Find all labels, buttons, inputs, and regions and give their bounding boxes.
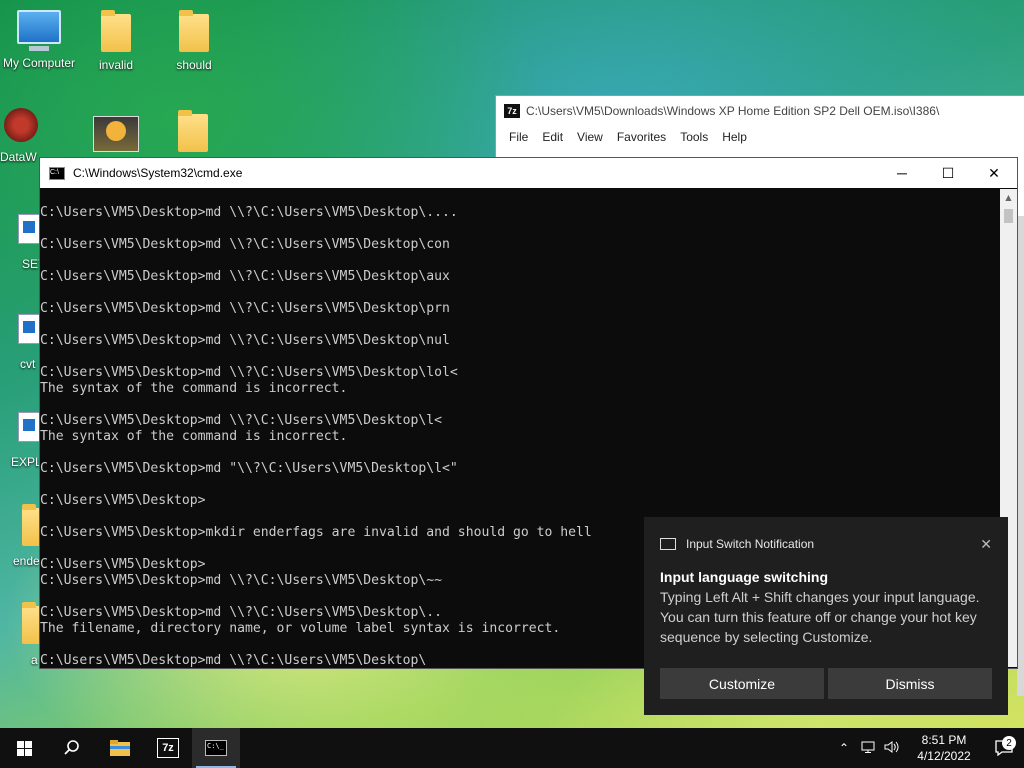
window-title-bar[interactable]: 7z C:\Users\VM5\Downloads\Windows XP Hom…: [496, 96, 1024, 126]
action-center-button[interactable]: 2: [984, 736, 1024, 756]
menu-bar: File Edit View Favorites Tools Help: [496, 126, 1024, 148]
console-line: The syntax of the command is incorrect.: [40, 381, 348, 396]
cmd-icon: C:\_: [205, 740, 227, 756]
console-line: C:\Users\VM5\Desktop>md "\\?\C:\Users\VM…: [40, 461, 458, 476]
file-explorer-button[interactable]: [96, 728, 144, 768]
app-icon: [4, 108, 38, 142]
clock[interactable]: 8:51 PM 4/12/2022: [904, 732, 984, 764]
window-title-bar[interactable]: C:\ C:\Windows\System32\cmd.exe ─ ☐ ✕: [40, 158, 1017, 188]
keyboard-icon: [660, 538, 676, 550]
scrollbar-thumb[interactable]: [1004, 209, 1013, 223]
desktop-icon-cvt[interactable]: [18, 314, 42, 344]
console-line: C:\Users\VM5\Desktop>md \\?\C:\Users\VM5…: [40, 333, 450, 348]
notification-buttons: Customize Dismiss: [660, 668, 992, 699]
desktop-icon-partial-label: ende: [13, 554, 40, 568]
desktop-icon-my-computer[interactable]: My Computer: [1, 10, 77, 70]
notification-source: Input Switch Notification: [686, 537, 815, 551]
desktop-icon-invalid[interactable]: invalid: [78, 10, 154, 72]
desktop-icon-folder[interactable]: [178, 110, 208, 152]
console-line: The syntax of the command is incorrect.: [40, 429, 348, 444]
console-line: C:\Users\VM5\Desktop>md \\?\C:\Users\VM5…: [40, 269, 450, 284]
desktop-icon-image[interactable]: [93, 116, 139, 152]
close-button[interactable]: ✕: [971, 158, 1017, 188]
desktop-icon-set[interactable]: [18, 214, 42, 244]
notification-header: Input Switch Notification ✕: [644, 517, 1008, 571]
windows-logo-icon: [16, 740, 32, 756]
folder-icon: [178, 110, 208, 152]
system-tray: ⌃ 8:51 PM 4/12/2022 2: [832, 728, 1024, 768]
input-switch-notification[interactable]: Input Switch Notification ✕ Input langua…: [644, 517, 1008, 715]
notification-count-badge: 2: [1002, 736, 1016, 750]
notification-body: Typing Left Alt + Shift changes your inp…: [660, 589, 980, 645]
taskbar: 7z C:\_ ⌃ 8:51 PM 4/12/2022 2: [0, 728, 1024, 768]
scroll-up-arrow-icon[interactable]: ▲: [1000, 189, 1017, 206]
console-line: C:\Users\VM5\Desktop>md \\?\C:\Users\VM5…: [40, 365, 458, 380]
volume-icon[interactable]: [880, 740, 904, 756]
desktop-icon-partial-label: EXPL: [11, 455, 42, 469]
desktop-icon-a[interactable]: [22, 602, 40, 644]
7zip-taskbar-button[interactable]: 7z: [144, 728, 192, 768]
tree-image-icon: [106, 121, 126, 141]
desktop-icon-label: should: [176, 58, 212, 72]
menu-favorites[interactable]: Favorites: [610, 130, 673, 144]
console-line: C:\Users\VM5\Desktop>md \\?\C:\Users\VM5…: [40, 237, 450, 252]
folder-icon: [101, 10, 131, 52]
chevron-up-icon[interactable]: ⌃: [832, 741, 856, 755]
computer-icon: [17, 10, 61, 51]
desktop-icon-expl[interactable]: [18, 412, 42, 442]
clock-date: 4/12/2022: [917, 749, 971, 763]
console-line: C:\Users\VM5\Desktop>: [40, 493, 206, 508]
menu-file[interactable]: File: [502, 130, 535, 144]
customize-button[interactable]: Customize: [660, 668, 824, 699]
start-button[interactable]: [0, 728, 48, 768]
window-title: C:\Users\VM5\Downloads\Windows XP Home E…: [526, 104, 940, 118]
menu-view[interactable]: View: [570, 130, 610, 144]
desktop-icon-label: DataW: [0, 150, 37, 164]
close-icon[interactable]: ✕: [980, 536, 992, 553]
7zip-icon: 7z: [157, 738, 179, 758]
console-line: C:\Users\VM5\Desktop>md \\?\C:\Users\VM5…: [40, 301, 450, 316]
desktop-icon-should[interactable]: should: [156, 10, 232, 72]
clock-time: 8:51 PM: [921, 733, 967, 747]
menu-edit[interactable]: Edit: [535, 130, 570, 144]
desktop-icon-label: invalid: [98, 58, 134, 72]
7zip-app-icon: 7z: [504, 104, 520, 118]
cmd-app-icon: C:\: [49, 166, 65, 180]
menu-tools[interactable]: Tools: [673, 130, 715, 144]
search-icon: [64, 740, 79, 755]
console-line: C:\Users\VM5\Desktop>md \\?\C:\Users\VM5…: [40, 205, 458, 220]
search-button[interactable]: [48, 728, 96, 768]
scrollbar[interactable]: [1017, 216, 1024, 696]
desktop-icon-label: My Computer: [2, 56, 76, 70]
network-icon[interactable]: [856, 741, 880, 756]
folder-icon: [22, 504, 40, 546]
desktop-icon-dataw[interactable]: DataW: [0, 108, 40, 164]
folder-icon: [22, 602, 40, 644]
desktop-icon-partial-label: a: [31, 653, 38, 667]
window-title: C:\Windows\System32\cmd.exe: [73, 166, 243, 180]
folder-icon: [179, 10, 209, 52]
desktop-icon-ende[interactable]: [22, 504, 40, 546]
cmd-taskbar-button[interactable]: C:\_: [192, 728, 240, 768]
file-explorer-icon: [110, 740, 130, 756]
minimize-button[interactable]: ─: [879, 158, 925, 188]
dismiss-button[interactable]: Dismiss: [828, 668, 992, 699]
console-line: C:\Users\VM5\Desktop>md \\?\C:\Users\VM5…: [40, 413, 443, 428]
maximize-button[interactable]: ☐: [925, 158, 971, 188]
notification-heading: Input language switching: [660, 569, 828, 585]
menu-help[interactable]: Help: [715, 130, 754, 144]
desktop-icon-partial-label: cvt: [20, 357, 36, 371]
